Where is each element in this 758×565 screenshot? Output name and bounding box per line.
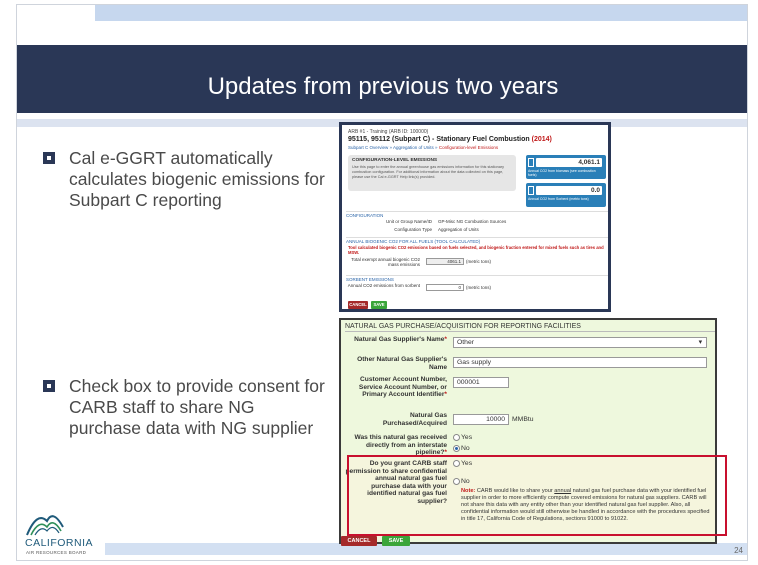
account-label-text: Customer Account Number, Service Account… [358,376,447,398]
biogenic-note: Tool calculated biogenic CO2 emissions b… [348,245,604,255]
save-button[interactable]: SAVE [371,301,387,309]
bullet-text: Check box to provide consent for CARB st… [69,376,325,438]
page-title: 95115, 95112 (Subpart C) - Stationary Fu… [348,136,552,143]
account-label: Customer Account Number, Service Account… [345,376,447,399]
sorbent-label: Annual CO2 emissions from sorbent [347,283,420,288]
document-icon [528,158,534,167]
bullet-biogenic: Cal e-GGRT automatically calculates biog… [43,148,329,211]
document-icon [528,186,534,195]
consent-highlight-box [347,455,727,536]
config-info-box: CONFIGURATION-LEVEL EMISSIONS Use this p… [348,155,516,191]
bullet-consent: Check box to provide consent for CARB st… [43,376,329,439]
carb-logo: CALIFORNIA AIR RESOURCES BOARD [25,505,105,559]
sorbent-section-heading: SORBENT EMISSIONS [346,275,608,282]
biogenic-unit: (metric tons) [466,259,492,264]
radio-icon [453,434,460,441]
chevron-down-icon: ▾ [698,339,702,346]
cancel-button[interactable]: CANCEL [348,301,368,309]
subnav-current: Configuration-level Emissions [438,145,499,150]
supplier-name-label: Natural Gas Supplier's Name* [345,336,447,344]
sorbent-co2-stat: 0.0 Annual CO2 from Sorbent (metric tons… [526,183,606,207]
title-band: Updates from previous two years [17,45,747,127]
interstate-label-text: Was this natural gas received directly f… [354,434,447,456]
unit-label: Unit or Group Name/ID [385,219,432,224]
bullet-square-icon [43,380,55,392]
page-title-year: (2014) [531,136,552,143]
logo-wordmark: CALIFORNIA [25,537,94,549]
radio-selected-icon [453,445,460,452]
biomass-co2-label: Annual CO2 from biomass (see combustion … [528,169,596,177]
biogenic-section-heading: ANNUAL BIOGENIC CO2 FOR ALL FUELS (TOOL … [346,237,608,244]
page-number: 24 [734,546,743,555]
emissions-screenshot: ARB #1 - Training (ARB ID: 100000) 95115… [339,122,611,312]
sorbent-co2-label: Annual CO2 from Sorbent (metric tons) [528,197,589,201]
biogenic-total-field: 4061.1 [426,258,464,265]
biomass-co2-value: 4,061.1 [536,158,602,167]
config-heading: CONFIGURATION-LEVEL EMISSIONS [352,158,438,163]
subnav-links[interactable]: Subpart C Overview » Aggregation of Unit… [348,145,438,150]
config-type-value: Aggregation of Units [438,227,479,232]
subnav: Subpart C Overview » Aggregation of Unit… [348,145,498,150]
logo-subtitle: AIR RESOURCES BOARD [26,550,87,555]
required-marker: * [444,336,447,343]
account-input[interactable]: 000001 [453,377,509,388]
save-button[interactable]: SAVE [382,536,410,546]
biomass-co2-stat: 4,061.1 Annual CO2 from biomass (see com… [526,155,606,179]
bottom-accent-bar [105,543,747,555]
supplier-select[interactable]: Other ▾ [453,337,707,348]
other-supplier-label: Other Natural Gas Supplier's Name [357,356,447,371]
purchased-input[interactable]: 10000 [453,414,509,425]
supplier-name-label-text: Natural Gas Supplier's Name [354,336,445,343]
purchased-label: Natural Gas Purchased/Acquired [382,412,447,427]
required-marker: * [444,391,447,398]
slide-title: Updates from previous two years [207,73,559,100]
radio-label: Yes [461,434,473,441]
sorbent-input[interactable]: 0 [426,284,464,291]
configuration-section-heading: CONFIGURATION [346,211,608,218]
purchased-unit: MMBtu [512,416,534,423]
interstate-label: Was this natural gas received directly f… [345,434,447,457]
bullet-square-icon [43,152,55,164]
sorbent-co2-value: 0.0 [536,186,602,195]
breadcrumb: ARB #1 - Training (ARB ID: 100000) [348,129,429,135]
cancel-button[interactable]: CANCEL [341,536,377,546]
page-title-main: 95115, 95112 (Subpart C) - Stationary Fu… [348,136,530,143]
ng-section-heading: NATURAL GAS PURCHASE/ACQUISITION FOR REP… [345,323,715,332]
top-accent-bar [95,5,747,21]
radio-label: No [461,445,470,452]
config-type-label: Configuration Type [394,227,432,232]
bullet-text: Cal e-GGRT automatically calculates biog… [69,148,325,210]
sorbent-unit: (metric tons) [466,285,492,290]
biogenic-total-label: Total exempt annual biogenic CO2 mass em… [351,257,420,267]
interstate-no-radio[interactable]: No [453,445,470,452]
unit-value: GP-Misc NG Combustion Sources [438,219,507,224]
mountain-logo-icon [26,515,64,536]
interstate-yes-radio[interactable]: Yes [453,434,472,441]
other-supplier-input[interactable]: Gas supply [453,357,707,368]
supplier-select-value: Other [457,339,474,346]
config-description: Use this page to enter the annual greenh… [352,165,504,179]
